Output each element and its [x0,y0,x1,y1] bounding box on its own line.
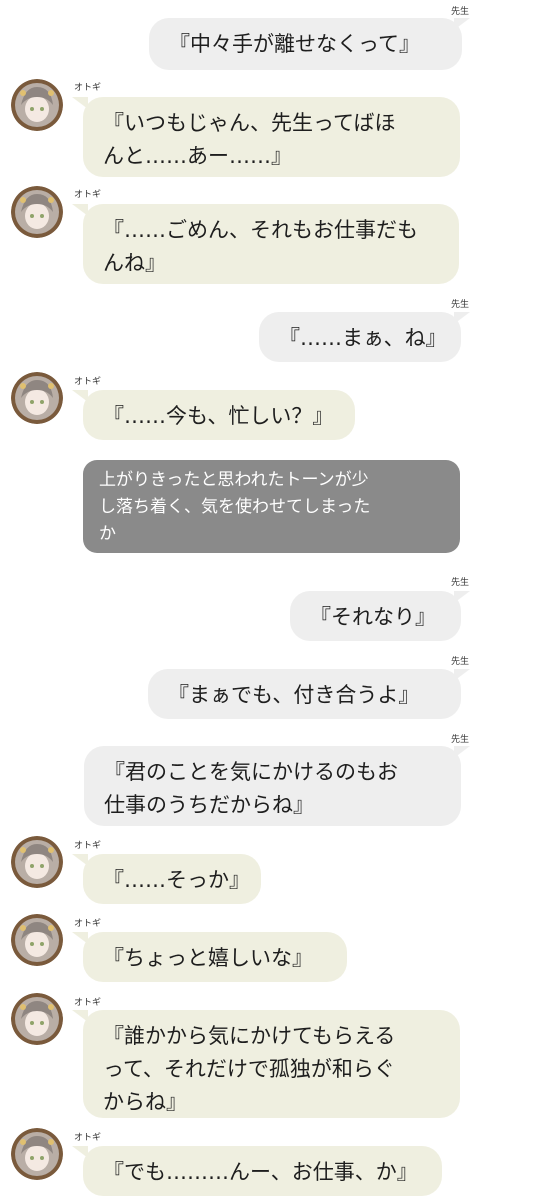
message-bubble-otogi: 『……ごめん、それもお仕事だも んね』 [83,204,459,284]
otogi-avatar-icon[interactable] [11,993,63,1045]
message-bubble-teacher: 『まぁでも、付き合うよ』 [148,669,461,719]
message-bubble-teacher: 『君のことを気にかけるのもお 仕事のうちだからね』 [84,746,461,826]
otogi-avatar-icon[interactable] [11,79,63,131]
narration-bubble: 上がりきったと思われたトーンが少 し落ち着く、気を使わせてしまった か [83,460,460,553]
otogi-avatar-icon[interactable] [11,914,63,966]
message-bubble-teacher: 『……まぁ、ね』 [259,312,461,362]
speaker-name-otogi: オトギ [74,841,102,851]
speaker-name-otogi: オトギ [74,1133,102,1143]
speaker-name-teacher: 先生 [451,657,470,667]
message-bubble-otogi: 『……そっか』 [83,854,261,904]
speaker-name-otogi: オトギ [74,998,102,1008]
speaker-name-otogi: オトギ [74,83,102,93]
message-bubble-otogi: 『でも………んー、お仕事、か』 [83,1146,442,1196]
speaker-name-otogi: オトギ [74,190,102,200]
speaker-name-teacher: 先生 [451,578,470,588]
message-bubble-otogi: 『……今も、忙しい？』 [83,390,355,440]
otogi-avatar-icon[interactable] [11,836,63,888]
otogi-avatar-icon[interactable] [11,186,63,238]
speaker-name-otogi: オトギ [74,377,102,387]
otogi-avatar-icon[interactable] [11,372,63,424]
message-bubble-teacher: 『中々手が離せなくって』 [149,18,462,70]
message-bubble-teacher: 『それなり』 [290,591,461,641]
speaker-name-teacher: 先生 [451,300,470,310]
message-bubble-otogi: 『いつもじゃん、先生ってばほ んと……あー……』 [83,97,460,177]
speaker-name-teacher: 先生 [451,735,470,745]
speaker-name-otogi: オトギ [74,919,102,929]
speaker-name-teacher: 先生 [451,7,470,17]
otogi-avatar-icon[interactable] [11,1128,63,1180]
message-bubble-otogi: 『ちょっと嬉しいな』 [83,932,347,982]
message-bubble-otogi: 『誰かから気にかけてもらえる って、それだけで孤独が和らぐ からね』 [83,1010,460,1118]
